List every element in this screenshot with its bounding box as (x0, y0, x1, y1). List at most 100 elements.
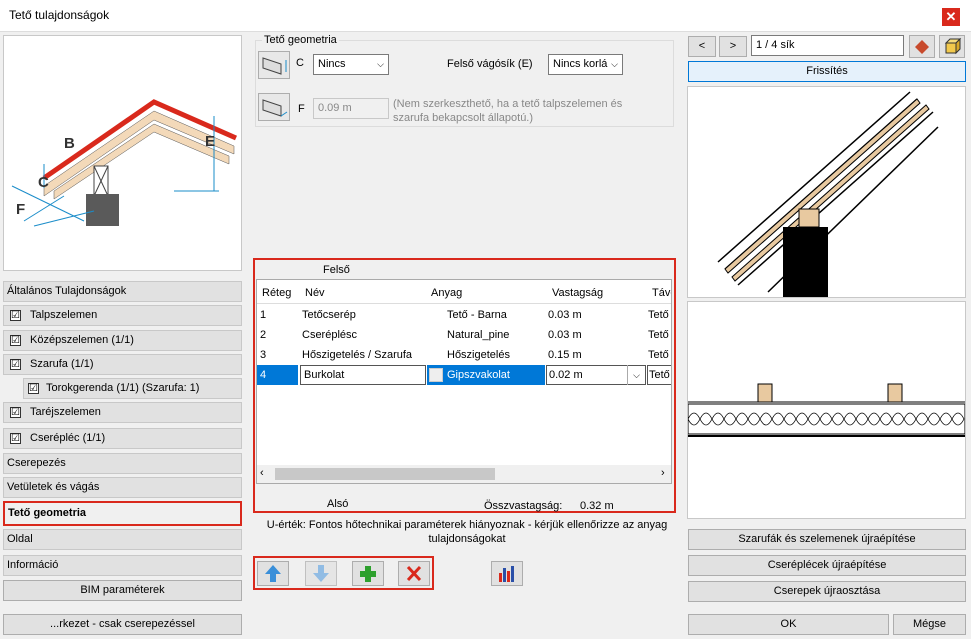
prev-button[interactable]: < (688, 36, 716, 57)
c-select-value: Nincs (318, 58, 346, 70)
row-name: Hőszigetelés / Szarufa (302, 349, 413, 361)
roof-diagram: B C E F (3, 35, 242, 271)
col-reteg[interactable]: Réteg (262, 287, 291, 299)
total-thickness-label: Összvastagság: (484, 500, 563, 512)
label-c: C (38, 174, 49, 191)
scroll-left-icon[interactable]: ‹ (260, 467, 264, 479)
upper-cut-select[interactable]: Nincs korlá ⌵ (548, 54, 623, 75)
chart-button[interactable] (491, 561, 523, 586)
nav-info[interactable]: Információ (3, 555, 242, 576)
row-distance: Tető (649, 369, 670, 381)
row-thickness: 0.03 m (548, 329, 582, 341)
material-icon[interactable] (909, 35, 935, 58)
c-offset-icon (258, 51, 290, 79)
table-row[interactable]: 3 Hőszigetelés / Szarufa Hőszigetelés 0.… (257, 345, 671, 365)
c-label: C (296, 57, 304, 69)
chevron-down-icon: ⌵ (611, 59, 618, 69)
f-note: (Nem szerkeszthető, ha a tető talpszelem… (393, 98, 623, 124)
move-up-button[interactable] (257, 561, 289, 586)
row-material: Tető - Barna (447, 309, 507, 321)
title-bar: Tető tulajdonságok ✕ (0, 0, 971, 32)
nav-szarufa[interactable]: ☑ Szarufa (1/1) (3, 354, 242, 375)
nav-torokgerenda[interactable]: ☑ Torokgerenda (1/1) (Szarufa: 1) (23, 378, 242, 399)
check-icon[interactable]: ☑ (10, 335, 21, 346)
bim-button[interactable]: BIM paraméterek (3, 580, 242, 601)
layers-top-label: Felső (323, 264, 350, 276)
check-icon[interactable]: ☑ (28, 383, 39, 394)
check-icon[interactable]: ☑ (10, 359, 21, 370)
nav-szarufa-label: Szarufa (1/1) (30, 358, 94, 370)
row-distance: Tető (648, 309, 669, 321)
close-button[interactable]: ✕ (942, 8, 960, 26)
next-button[interactable]: > (719, 36, 747, 57)
layers-bottom-label: Alsó (327, 498, 349, 510)
label-b: B (64, 135, 75, 152)
refresh-button[interactable]: Frissítés (688, 61, 966, 82)
label-e: E (205, 133, 215, 150)
f-offset-icon (258, 93, 290, 121)
nav-projections[interactable]: Vetületek és vágás (3, 477, 242, 498)
col-nev[interactable]: Név (305, 287, 325, 299)
row-name: Burkolat (304, 369, 345, 381)
table-row[interactable]: 2 Cseréplésc Natural_pine 0.03 m Tető (257, 325, 671, 345)
nav-talpszelemen[interactable]: ☑ Talpszelemen (3, 305, 242, 326)
nav-tarejszelemen[interactable]: ☑ Taréjszelemen (3, 402, 242, 423)
cancel-button[interactable]: Mégse (893, 614, 966, 635)
nav-talpszelemen-label: Talpszelemen (30, 309, 98, 321)
table-row-selected[interactable]: 4 Burkolat Gipszvakolat 0.02 m ⌵ Tető (257, 365, 671, 385)
geometry-title: Tető geometria (262, 34, 339, 46)
scroll-thumb[interactable] (275, 468, 495, 480)
rebuild-rafters-button[interactable]: Szarufák és szelemenek újraépítése (688, 529, 966, 550)
total-thickness-value: 0.32 m (580, 500, 614, 512)
plane-counter: 1 / 4 sík (751, 35, 904, 56)
row-number: 3 (260, 349, 267, 361)
check-icon[interactable]: ☑ (10, 310, 21, 321)
horizontal-scrollbar[interactable]: ‹ › (257, 465, 671, 483)
scroll-right-icon[interactable]: › (661, 467, 665, 479)
nav-cserepelec[interactable]: ☑ Cserépléc (1/1) (3, 428, 242, 449)
nav-general[interactable]: Általános Tulajdonságok (3, 281, 242, 302)
nav-side[interactable]: Oldal (3, 529, 242, 550)
redistribute-tiles-button[interactable]: Cserepek újraosztása (688, 581, 966, 602)
f-field: 0.09 m (313, 98, 389, 119)
row-name: Cseréplésc (302, 329, 358, 341)
table-row[interactable]: 1 Tetőcserép Tető - Barna 0.03 m Tető (257, 305, 671, 325)
row-material: Gipszvakolat (447, 369, 510, 381)
label-f: F (16, 201, 25, 218)
row-distance: Tető (648, 329, 669, 341)
3d-view-icon[interactable] (939, 35, 965, 58)
profile-preview (687, 301, 966, 519)
row-number: 1 (260, 309, 267, 321)
col-anyag[interactable]: Anyag (431, 287, 462, 299)
row-material: Hőszigetelés (447, 349, 510, 361)
tiling-only-button[interactable]: ...rkezet - csak cserepezéssel (3, 614, 242, 635)
add-layer-button[interactable] (352, 561, 384, 586)
nav-roof-geometry[interactable]: Tető geometria (3, 501, 242, 526)
nav-tiling[interactable]: Cserepezés (3, 453, 242, 474)
row-number: 2 (260, 329, 267, 341)
rebuild-battens-button[interactable]: Cseréplécek újraépítése (688, 555, 966, 576)
upper-cut-label: Felső vágósík (E) (447, 58, 533, 70)
nav-kozepszelemen[interactable]: ☑ Középszelemen (1/1) (3, 330, 242, 351)
chevron-down-icon[interactable]: ⌵ (627, 365, 645, 385)
upper-cut-value: Nincs korlá (553, 58, 608, 70)
col-tavolsag[interactable]: Távo (652, 287, 671, 299)
col-vastagsag[interactable]: Vastagság (552, 287, 603, 299)
row-thickness: 0.02 m (549, 369, 583, 381)
c-select[interactable]: Nincs ⌵ (313, 54, 389, 75)
check-icon[interactable]: ☑ (10, 433, 21, 444)
ok-button[interactable]: OK (688, 614, 889, 635)
delete-layer-button[interactable] (398, 561, 430, 586)
window-title: Tető tulajdonságok (9, 8, 110, 22)
move-down-button[interactable] (305, 561, 337, 586)
nav-cserepelec-label: Cserépléc (1/1) (30, 432, 106, 444)
row-thickness: 0.15 m (548, 349, 582, 361)
layers-table: Réteg Név Anyag Vastagság Távo 1 Tetőcse… (256, 279, 672, 484)
nav-kozepszelemen-label: Középszelemen (1/1) (30, 334, 134, 346)
check-icon[interactable]: ☑ (10, 407, 21, 418)
row-number: 4 (260, 369, 267, 381)
row-name: Tetőcserép (302, 309, 356, 321)
row-thickness: 0.03 m (548, 309, 582, 321)
row-distance: Tető (648, 349, 669, 361)
u-value-warning: U-érték: Fontos hőtechnikai paraméterek … (266, 519, 668, 545)
